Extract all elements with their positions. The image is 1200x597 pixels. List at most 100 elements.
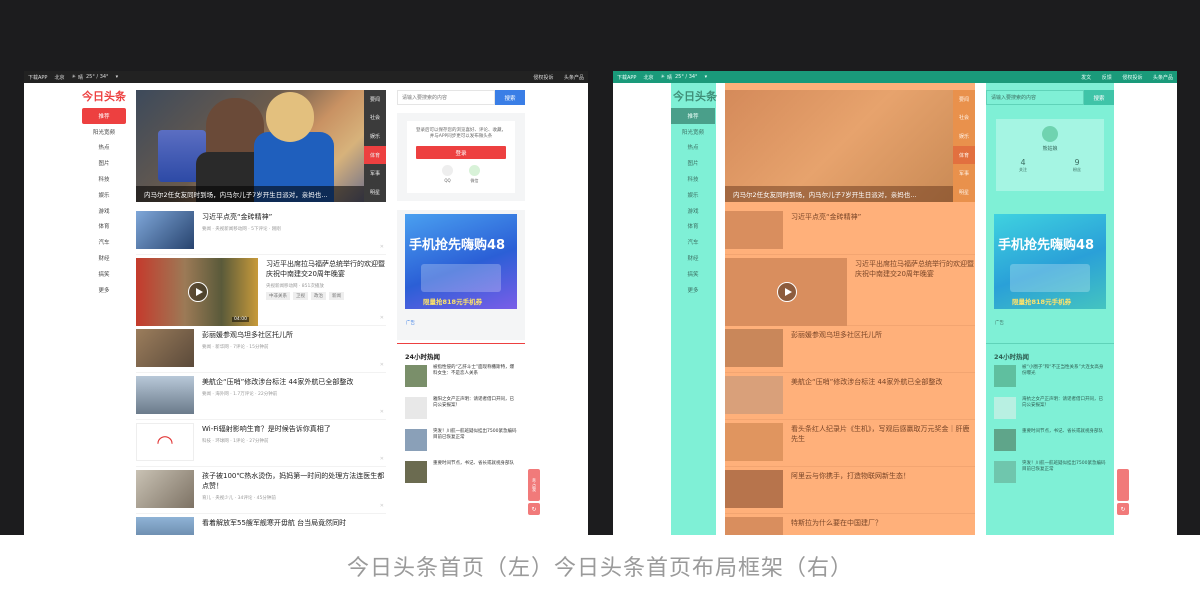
hot-news-text[interactable]: 重要时间节点，书记、省长或就视身部队 xyxy=(1022,429,1107,457)
feedback-link[interactable]: 反馈 xyxy=(1102,75,1112,81)
close-icon[interactable]: ✕ xyxy=(380,244,384,250)
hero-tab-stars[interactable]: 明星 xyxy=(364,183,386,202)
city-label[interactable]: 北京 xyxy=(54,74,64,81)
feed-thumbnail[interactable] xyxy=(136,211,194,249)
feed-thumbnail[interactable] xyxy=(725,211,783,249)
hero-carousel[interactable]: 内马尔2任女友同时到场，内马尔儿子7岁开生日派对，亲妈也… xyxy=(136,90,386,202)
hot-news-thumbnail[interactable] xyxy=(405,365,427,387)
nav-item-finance[interactable]: 财经 xyxy=(82,250,126,266)
nav-item-hot[interactable]: 热点 xyxy=(82,140,126,156)
hot-news-text[interactable]: 海抗之女产正声明：请谣者借口开同，已向公安报案！ xyxy=(1022,397,1107,425)
hot-news-item[interactable]: 被指性侵的“乙肝斗士”面现称撒斯特，爆料女生：不是恋人关系 xyxy=(405,365,525,393)
feed-thumbnail[interactable] xyxy=(725,470,783,508)
nav-item-tech[interactable]: 科技 xyxy=(82,171,126,187)
feed-source[interactable]: 海外网 xyxy=(215,392,229,397)
toutiao-logo[interactable]: 今日头条 xyxy=(82,88,126,104)
feed-thumbnail[interactable] xyxy=(136,470,194,508)
hero-tab-society[interactable]: 社会 xyxy=(953,109,975,128)
feed-title[interactable]: 彭丽媛参观乌坦多社区托儿所 xyxy=(791,330,975,340)
download-app-link[interactable]: 下载APP xyxy=(28,74,47,81)
wechat-login[interactable]: 微信 xyxy=(469,165,480,184)
hero-tab-entertainment[interactable]: 娱乐 xyxy=(953,127,975,146)
refresh-icon[interactable]: ↻ xyxy=(1117,503,1129,515)
tag[interactable]: 政治 xyxy=(311,292,326,300)
nav-item-more[interactable]: 更多 xyxy=(82,282,126,298)
play-icon[interactable] xyxy=(777,282,797,302)
nav-item-auto[interactable]: 汽车 xyxy=(82,234,126,250)
profile-name[interactable]: 熊姑娘 xyxy=(996,145,1104,152)
feed-item[interactable]: 孩子被100℃热水烫伤，妈妈第一时间的处理方法连医生都点赞！ 育儿 · 央视少儿… xyxy=(136,468,386,514)
products-link[interactable]: 头条产品 xyxy=(1153,75,1173,81)
hot-news-thumbnail[interactable] xyxy=(405,461,427,483)
feed-item[interactable]: 美航企“压哨”修改涉台标注 44家外航已全部整改 xyxy=(725,374,975,420)
ad-banner[interactable]: 手机抢先嗨购48 限量抢818元手机券 xyxy=(994,214,1106,309)
feed-item[interactable]: 美航企“压哨”修改涉台标注 44家外航已全部整改 要闻 · 海外网 · 1.7万… xyxy=(136,374,386,420)
feed-title[interactable]: 阿里云与你携手，打造物联网新生态！ xyxy=(791,471,975,481)
feed-comments[interactable]: 5下评论 xyxy=(251,227,267,232)
feed-comments[interactable]: 1评论 xyxy=(233,439,245,444)
ad-banner[interactable]: 手机抢先嗨购48 限量抢818元手机券 xyxy=(405,214,517,309)
nav-item-video[interactable]: 阳光宽频 xyxy=(671,124,715,140)
feed-title[interactable]: 看着解放军55艘军舰寒开毋航 台当局竟然同时 xyxy=(202,518,386,528)
hot-news-text[interactable]: 重要时间节点，书记、省长或就视身部队 xyxy=(433,461,518,489)
hot-news-item[interactable]: 重要时间节点，书记、省长或就视身部队 xyxy=(994,429,1114,457)
hot-news-thumbnail[interactable] xyxy=(994,397,1016,419)
close-icon[interactable]: ✕ xyxy=(380,456,384,462)
nav-item-entertainment[interactable]: 娱乐 xyxy=(671,187,715,203)
close-icon[interactable]: ✕ xyxy=(380,409,384,415)
feed-thumbnail[interactable] xyxy=(725,423,783,461)
feed-title[interactable]: 彭丽媛参观乌坦多社区托儿所 xyxy=(202,330,386,340)
tag[interactable]: 中非关系 xyxy=(266,292,290,300)
feed-title[interactable]: 看头条红人纪录片《生机》，写观后感赢取万元奖金｜肝鹿先生 xyxy=(791,424,975,444)
nav-item-images[interactable]: 图片 xyxy=(671,155,715,171)
hero-tab-entertainment[interactable]: 娱乐 xyxy=(364,127,386,146)
hot-news-thumbnail[interactable] xyxy=(405,429,427,451)
feed-thumbnail[interactable] xyxy=(725,329,783,367)
feed-thumbnail[interactable] xyxy=(136,517,194,535)
feed-title[interactable]: 习近平点亮“金砖精神” xyxy=(202,212,386,222)
feed-source[interactable]: 央视新闻移动网 xyxy=(266,284,298,289)
frame-hero-caption[interactable]: 内马尔2任女友同时到场，内马尔儿子7岁开生日派对，亲妈也… xyxy=(725,186,953,202)
nav-item-funny[interactable]: 搞笑 xyxy=(82,266,126,282)
feed-comments[interactable]: 7评论 xyxy=(233,345,245,350)
play-icon[interactable] xyxy=(188,282,208,302)
feed-item[interactable]: ◠ Wi-Fi辐射影响生育？是时候告诉你真相了 科技 · 环球网 · 1评论 ·… xyxy=(136,421,386,467)
hero-tab-news[interactable]: 要闻 xyxy=(953,90,975,109)
hero-tab-stars[interactable]: 明星 xyxy=(953,183,975,202)
hero-tab-news[interactable]: 要闻 xyxy=(364,90,386,109)
feed-thumbnail[interactable] xyxy=(136,329,194,367)
nav-item-recommend[interactable]: 推荐 xyxy=(82,108,126,124)
nav-item-entertainment[interactable]: 娱乐 xyxy=(82,187,126,203)
complaint-link[interactable]: 侵权投诉 xyxy=(1122,75,1142,81)
city-label[interactable]: 北京 xyxy=(643,74,653,81)
feed-item[interactable]: 彭丽媛参观乌坦多社区托儿所 要闻 · 新华网 · 7评论 · 15分钟前 ✕ xyxy=(136,327,386,373)
feed-item[interactable]: 看着解放军55艘军舰寒开毋航 台当局竟然同时 xyxy=(136,515,386,535)
hot-news-item[interactable]: 重要时间节点，书记、省长或就视身部队 xyxy=(405,461,525,489)
feed-title[interactable]: 习近平出席拉马福萨总统举行的欢迎暨庆祝中南建交20周年晚宴 xyxy=(266,259,386,279)
hot-news-thumbnail[interactable] xyxy=(994,429,1016,451)
nav-item-images[interactable]: 图片 xyxy=(82,155,126,171)
feed-title[interactable]: 孩子被100℃热水烫伤，妈妈第一时间的处理方法连医生都点赞！ xyxy=(202,471,386,491)
nav-item-auto[interactable]: 汽车 xyxy=(671,234,715,250)
feed-item-video[interactable]: 习近平出席拉马福萨总统举行的欢迎暨庆祝中南建交20周年晚宴 xyxy=(725,256,975,326)
nav-item-sports[interactable]: 体育 xyxy=(82,219,126,235)
hero-caption[interactable]: 内马尔2任女友同时到场，内马尔儿子7岁开生日派对，亲妈也… xyxy=(136,186,386,202)
feed-item[interactable]: 特斯拉为什么要在中国建厂？ xyxy=(725,515,975,535)
nav-item-sports[interactable]: 体育 xyxy=(671,219,715,235)
feed-source[interactable]: 新华网 xyxy=(215,345,229,350)
feed-item-video[interactable]: 04:00 习近平出席拉马福萨总统举行的欢迎暨庆祝中南建交20周年晚宴 央视新闻… xyxy=(136,256,386,326)
nav-item-funny[interactable]: 搞笑 xyxy=(671,266,715,282)
feed-source[interactable]: 环球网 xyxy=(215,439,229,444)
hot-news-thumbnail[interactable] xyxy=(994,461,1016,483)
feed-title[interactable]: 习近平点亮“金砖精神” xyxy=(791,212,975,222)
floating-feedback-button[interactable] xyxy=(1117,469,1129,501)
search-button[interactable]: 搜索 xyxy=(1084,90,1114,105)
hero-tab-society[interactable]: 社会 xyxy=(364,109,386,128)
nav-item-recommend[interactable]: 推荐 xyxy=(671,108,715,124)
close-icon[interactable]: ✕ xyxy=(380,503,384,509)
feed-item[interactable]: 看头条红人纪录片《生机》，写观后感赢取万元奖金｜肝鹿先生 xyxy=(725,421,975,467)
chevron-down-icon[interactable]: ▾ xyxy=(705,74,708,80)
feed-comments[interactable]: 34评论 xyxy=(238,496,253,501)
post-link[interactable]: 发文 xyxy=(1081,75,1091,81)
avatar[interactable] xyxy=(1042,126,1058,142)
